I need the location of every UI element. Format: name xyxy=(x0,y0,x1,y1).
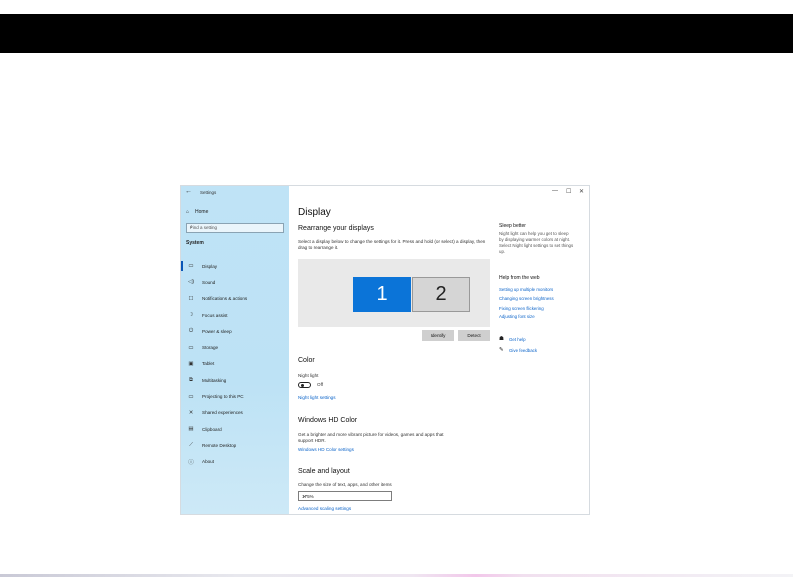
sidebar-item-multitasking[interactable]: ⧉ Multitasking xyxy=(181,372,289,388)
monitor-2-tile[interactable]: 2 xyxy=(412,277,470,312)
tablet-icon: ▣ xyxy=(188,360,194,367)
monitor-1-tile[interactable]: 1 xyxy=(353,277,411,312)
rearrange-heading: Rearrange your displays xyxy=(298,225,374,232)
chevron-down-icon: ⌄ xyxy=(302,493,308,499)
sleep-text-4: up. xyxy=(499,249,506,254)
sidebar-item-label: Display xyxy=(202,263,218,269)
rearrange-desc-2: drag to rearrange it. xyxy=(298,245,339,250)
main-content: Display Rearrange your displays Select a… xyxy=(298,186,490,514)
settings-window: ← Settings ⌂ Home Find a setting ⌕ Syste… xyxy=(181,186,589,514)
give-feedback-link[interactable]: Give feedback xyxy=(509,348,537,353)
projecting-icon: ▭ xyxy=(188,393,194,400)
multitasking-icon: ⧉ xyxy=(189,376,193,383)
night-light-state: Off xyxy=(317,382,324,387)
notification-icon: ☐ xyxy=(188,295,194,302)
sidebar-item-sound[interactable]: ◁) Sound xyxy=(181,274,289,290)
sidebar-item-storage[interactable]: ▭ Storage xyxy=(181,339,289,355)
detect-button[interactable]: Detect xyxy=(458,330,490,341)
home-nav[interactable]: ⌂ Home xyxy=(186,209,208,215)
sidebar-item-label: Remote Desktop xyxy=(202,442,237,448)
help-link-flickering[interactable]: Fixing screen flickering xyxy=(499,306,544,311)
sidebar-item-power-sleep[interactable]: ⏻ Power & sleep xyxy=(181,323,289,339)
info-icon: ⓘ xyxy=(188,459,194,466)
scale-desc: Change the size of text, apps, and other… xyxy=(298,482,392,487)
get-help-link[interactable]: Get help xyxy=(509,337,526,342)
sidebar-item-label: Clipboard xyxy=(202,426,222,432)
section-title: System xyxy=(186,240,204,246)
identify-button[interactable]: Identify xyxy=(422,330,454,341)
sidebar-item-label: Multitasking xyxy=(202,377,227,383)
advanced-scaling-link[interactable]: Advanced scaling settings xyxy=(298,506,351,511)
hd-color-settings-link[interactable]: Windows HD Color settings xyxy=(298,447,354,452)
sidebar-item-focus-assist[interactable]: ☽ Focus assist xyxy=(181,307,289,323)
sidebar-item-label: About xyxy=(202,459,215,465)
home-label: Home xyxy=(195,209,209,215)
night-light-settings-link[interactable]: Night light settings xyxy=(298,395,336,400)
top-black-bar xyxy=(0,14,793,53)
right-column: Sleep better Night light can help you ge… xyxy=(499,186,587,514)
sidebar-item-about[interactable]: ⓘ About xyxy=(181,454,289,470)
scale-dropdown[interactable]: 175% ⌄ xyxy=(298,491,392,501)
search-input[interactable]: Find a setting ⌕ xyxy=(186,223,284,233)
sidebar-item-label: Focus assist xyxy=(202,312,228,318)
shared-icon: ✕ xyxy=(188,409,194,416)
sidebar-item-label: Notifications & actions xyxy=(202,296,248,302)
monitor-icon: ▭ xyxy=(188,263,194,270)
remote-icon: ⟋ xyxy=(189,441,193,448)
sidebar-item-label: Shared experiences xyxy=(202,410,243,416)
sidebar-item-projecting-to-this-pc[interactable]: ▭ Projecting to this PC xyxy=(181,388,289,404)
sidebar-item-clipboard[interactable]: ▤ Clipboard xyxy=(181,421,289,437)
help-web-heading: Help from the web xyxy=(499,275,540,281)
storage-icon: ▭ xyxy=(188,344,194,351)
sidebar: ← Settings ⌂ Home Find a setting ⌕ Syste… xyxy=(181,186,289,514)
home-icon: ⌂ xyxy=(186,209,190,215)
color-heading: Color xyxy=(298,357,315,364)
feedback-icon: ✎ xyxy=(499,347,504,353)
help-link-brightness[interactable]: Changing screen brightness xyxy=(499,296,554,301)
scale-heading: Scale and layout xyxy=(298,468,350,475)
night-light-label: Night light xyxy=(298,373,319,378)
speaker-icon: ◁) xyxy=(187,279,195,286)
sidebar-item-notifications-actions[interactable]: ☐ Notifications & actions xyxy=(181,291,289,307)
power-icon: ⏻ xyxy=(188,327,194,334)
sleep-better-heading: Sleep better xyxy=(499,223,526,229)
sidebar-nav: ▭ Display ◁) Sound ☐ Notifications & actions ☽… xyxy=(181,258,289,470)
hd-color-heading: Windows HD Color xyxy=(298,417,358,424)
sidebar-item-label: Storage xyxy=(202,345,219,351)
sidebar-item-label: Power & sleep xyxy=(202,328,232,334)
sidebar-item-label: Tablet xyxy=(202,361,215,367)
moon-icon: ☽ xyxy=(188,312,194,319)
sidebar-item-label: Projecting to this PC xyxy=(202,394,244,400)
sidebar-item-shared-experiences[interactable]: ✕ Shared experiences xyxy=(181,405,289,421)
page-title: Display xyxy=(298,207,331,218)
night-light-toggle[interactable] xyxy=(298,382,311,388)
sidebar-item-display[interactable]: ▭ Display xyxy=(181,258,289,274)
sidebar-item-remote-desktop[interactable]: ⟋ Remote Desktop xyxy=(181,437,289,453)
sidebar-item-label: Sound xyxy=(202,279,216,285)
hd-color-desc-2: support HDR. xyxy=(298,438,326,443)
help-link-font-size[interactable]: Adjusting font size xyxy=(499,314,535,319)
clipboard-icon: ▤ xyxy=(188,426,194,433)
search-icon: ⌕ xyxy=(190,224,193,230)
sidebar-item-tablet[interactable]: ▣ Tablet xyxy=(181,356,289,372)
get-help-icon: ☗ xyxy=(499,336,504,342)
help-link-monitors[interactable]: Setting up multiple monitors xyxy=(499,287,553,292)
display-arrangement-area[interactable]: 1 2 xyxy=(298,259,490,327)
